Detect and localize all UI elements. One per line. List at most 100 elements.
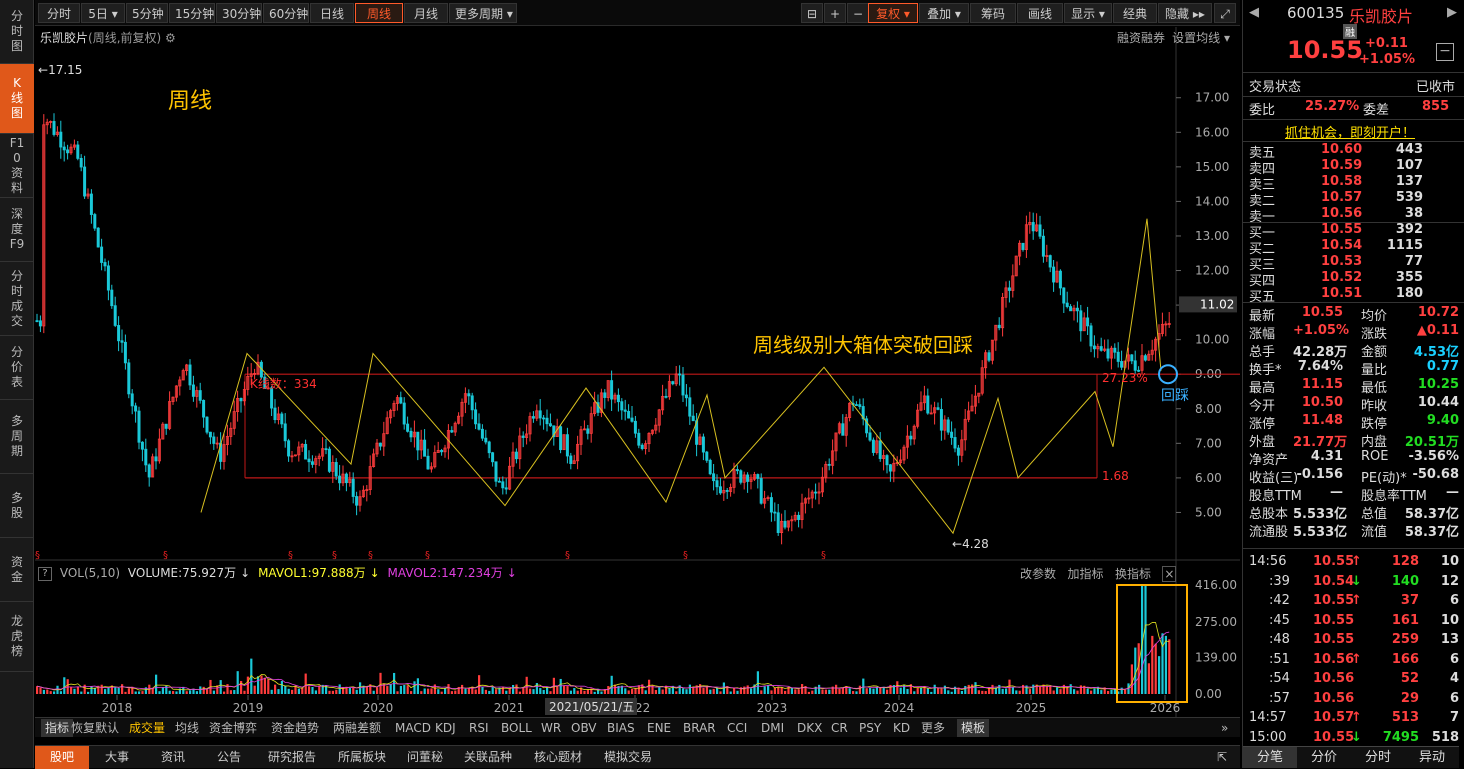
quote-tab-2[interactable]: 分时	[1351, 746, 1405, 768]
ob-price[interactable]: 10.56	[1321, 206, 1362, 221]
scroll-right-icon[interactable]: »	[1221, 719, 1228, 737]
ma-settings-link[interactable]: 设置均线 ▾	[1172, 29, 1230, 46]
bottom-tab-5[interactable]: 所属板块	[327, 746, 397, 769]
nav-2[interactable]: F10资料	[0, 134, 34, 198]
period-tab-4[interactable]: 30分钟	[216, 3, 262, 23]
nav-5[interactable]: 分价表	[0, 336, 34, 400]
nav-0[interactable]: 分时图	[0, 0, 34, 64]
indicator-5[interactable]: 资金趋势	[271, 719, 319, 737]
close-icon[interactable]: ×	[1162, 566, 1177, 582]
dropdown-icon: ▾	[900, 7, 910, 21]
nav-9[interactable]: 龙虎榜	[0, 602, 34, 672]
indicator-1[interactable]: 恢复默认	[71, 719, 119, 737]
ob-price[interactable]: 10.57	[1321, 190, 1362, 205]
indicator-9[interactable]: RSI	[469, 719, 489, 737]
volume-bar	[134, 691, 137, 694]
indicator-23[interactable]: 模板	[957, 719, 990, 737]
bottom-tab-7[interactable]: 关联品种	[453, 746, 523, 769]
bottom-tab-8[interactable]: 核心题材	[523, 746, 593, 769]
indicator-8[interactable]: KDJ	[435, 719, 456, 737]
nav-3[interactable]: 深度F9	[0, 198, 34, 262]
toolbar-btn-1[interactable]: 叠加 ▾	[919, 3, 969, 23]
period-tab-6[interactable]: 日线	[310, 3, 354, 23]
indicator-10[interactable]: BOLL	[501, 719, 532, 737]
period-tab-9[interactable]: 更多周期 ▾	[449, 3, 517, 23]
bottom-tab-3[interactable]: 公告	[201, 746, 257, 769]
bottom-tab-6[interactable]: 问董秘	[397, 746, 453, 769]
lock-icon[interactable]: ⊟	[801, 3, 823, 23]
indicator-6[interactable]: 两融差额	[333, 719, 381, 737]
ob-price[interactable]: 10.59	[1321, 158, 1362, 173]
toolbar-btn-0[interactable]: 复权 ▾	[868, 3, 918, 23]
back-icon[interactable]: ◀	[1249, 5, 1259, 20]
nav-7[interactable]: 多股	[0, 474, 34, 538]
indicator-16[interactable]: CCI	[727, 719, 747, 737]
indicator-22[interactable]: 更多	[921, 719, 945, 737]
change-params-link[interactable]: 改参数	[1020, 567, 1056, 581]
period-tab-5[interactable]: 60分钟	[263, 3, 309, 23]
volume-bar	[42, 689, 45, 694]
toolbar-btn-2[interactable]: 筹码	[970, 3, 1016, 23]
expand-icon[interactable]: ⇱	[1211, 746, 1233, 769]
ob-price[interactable]: 10.54	[1321, 238, 1362, 253]
add-indicator-link[interactable]: 加指标	[1067, 567, 1103, 581]
volume-bar	[107, 687, 110, 694]
nav-4[interactable]: 分时成交	[0, 262, 34, 336]
volume-bar	[926, 688, 929, 694]
indicator-0[interactable]: 指标	[41, 719, 74, 737]
indicator-4[interactable]: 资金博弈	[209, 719, 257, 737]
period-tab-0[interactable]: 分时	[38, 3, 80, 23]
forward-icon[interactable]: ▶	[1447, 5, 1457, 20]
quote-tab-0[interactable]: 分笔	[1243, 746, 1297, 768]
zoom-in-icon[interactable]: +	[824, 3, 846, 23]
indicator-14[interactable]: ENE	[647, 719, 671, 737]
indicator-18[interactable]: DKX	[797, 719, 822, 737]
zoom-out-icon[interactable]: −	[847, 3, 869, 23]
quote-tab-3[interactable]: 异动	[1405, 746, 1459, 768]
bottom-tab-9[interactable]: 模拟交易	[593, 746, 663, 769]
kline-chart-area[interactable]: 17.0016.0015.0014.0013.0012.0011.0010.00…	[35, 27, 1240, 717]
ob-price[interactable]: 10.60	[1321, 142, 1362, 157]
indicator-20[interactable]: PSY	[859, 719, 881, 737]
ob-price[interactable]: 10.51	[1321, 286, 1362, 301]
open-account-link[interactable]: 抓住机会，即刻开户！	[1285, 122, 1415, 141]
toolbar-btn-5[interactable]: 经典	[1113, 3, 1157, 23]
ob-price[interactable]: 10.53	[1321, 254, 1362, 269]
toolbar-btn-3[interactable]: 画线	[1017, 3, 1063, 23]
period-tab-7[interactable]: 周线	[355, 3, 403, 23]
indicator-15[interactable]: BRAR	[683, 719, 716, 737]
period-tab-1[interactable]: 5日 ▾	[81, 3, 125, 23]
bottom-tab-1[interactable]: 大事	[89, 746, 145, 769]
indicator-7[interactable]: MACD	[395, 719, 431, 737]
indicator-19[interactable]: CR	[831, 719, 848, 737]
period-tab-2[interactable]: 5分钟	[126, 3, 168, 23]
indicator-2[interactable]: 成交量	[129, 719, 165, 737]
nav-8[interactable]: 资金	[0, 538, 34, 602]
period-tab-3[interactable]: 15分钟	[169, 3, 215, 23]
margin-trading-link[interactable]: 融资融券	[1117, 29, 1165, 46]
nav-1[interactable]: K线图	[0, 64, 34, 134]
quote-tab-1[interactable]: 分价	[1297, 746, 1351, 768]
help-icon[interactable]: ?	[38, 566, 52, 581]
indicator-11[interactable]: WR	[541, 719, 561, 737]
indicator-3[interactable]: 均线	[175, 719, 199, 737]
indicator-13[interactable]: BIAS	[607, 719, 635, 737]
period-tab-8[interactable]: 月线	[404, 3, 448, 23]
indicator-17[interactable]: DMI	[761, 719, 784, 737]
indicator-12[interactable]: OBV	[571, 719, 597, 737]
indicator-21[interactable]: KD	[893, 719, 910, 737]
kline-chart-svg[interactable]: 17.0016.0015.0014.0013.0012.0011.0010.00…	[35, 27, 1240, 717]
toolbar-btn-4[interactable]: 显示 ▾	[1064, 3, 1112, 23]
nav-6[interactable]: 多周期	[0, 400, 34, 474]
bottom-tab-4[interactable]: 研究报告	[257, 746, 327, 769]
bottom-tab-0[interactable]: 股吧	[35, 746, 89, 769]
toolbar-btn-6[interactable]: 隐藏 ▸▸	[1158, 3, 1212, 23]
switch-indicator-link[interactable]: 换指标	[1115, 567, 1151, 581]
bottom-tab-2[interactable]: 资讯	[145, 746, 201, 769]
ob-price[interactable]: 10.52	[1321, 270, 1362, 285]
ob-price[interactable]: 10.58	[1321, 174, 1362, 189]
collapse-icon[interactable]: −	[1436, 43, 1454, 61]
ob-price[interactable]: 10.55	[1321, 222, 1362, 237]
fullscreen-icon[interactable]: ⤢	[1214, 3, 1236, 23]
gear-icon[interactable]: ⚙	[165, 31, 176, 45]
